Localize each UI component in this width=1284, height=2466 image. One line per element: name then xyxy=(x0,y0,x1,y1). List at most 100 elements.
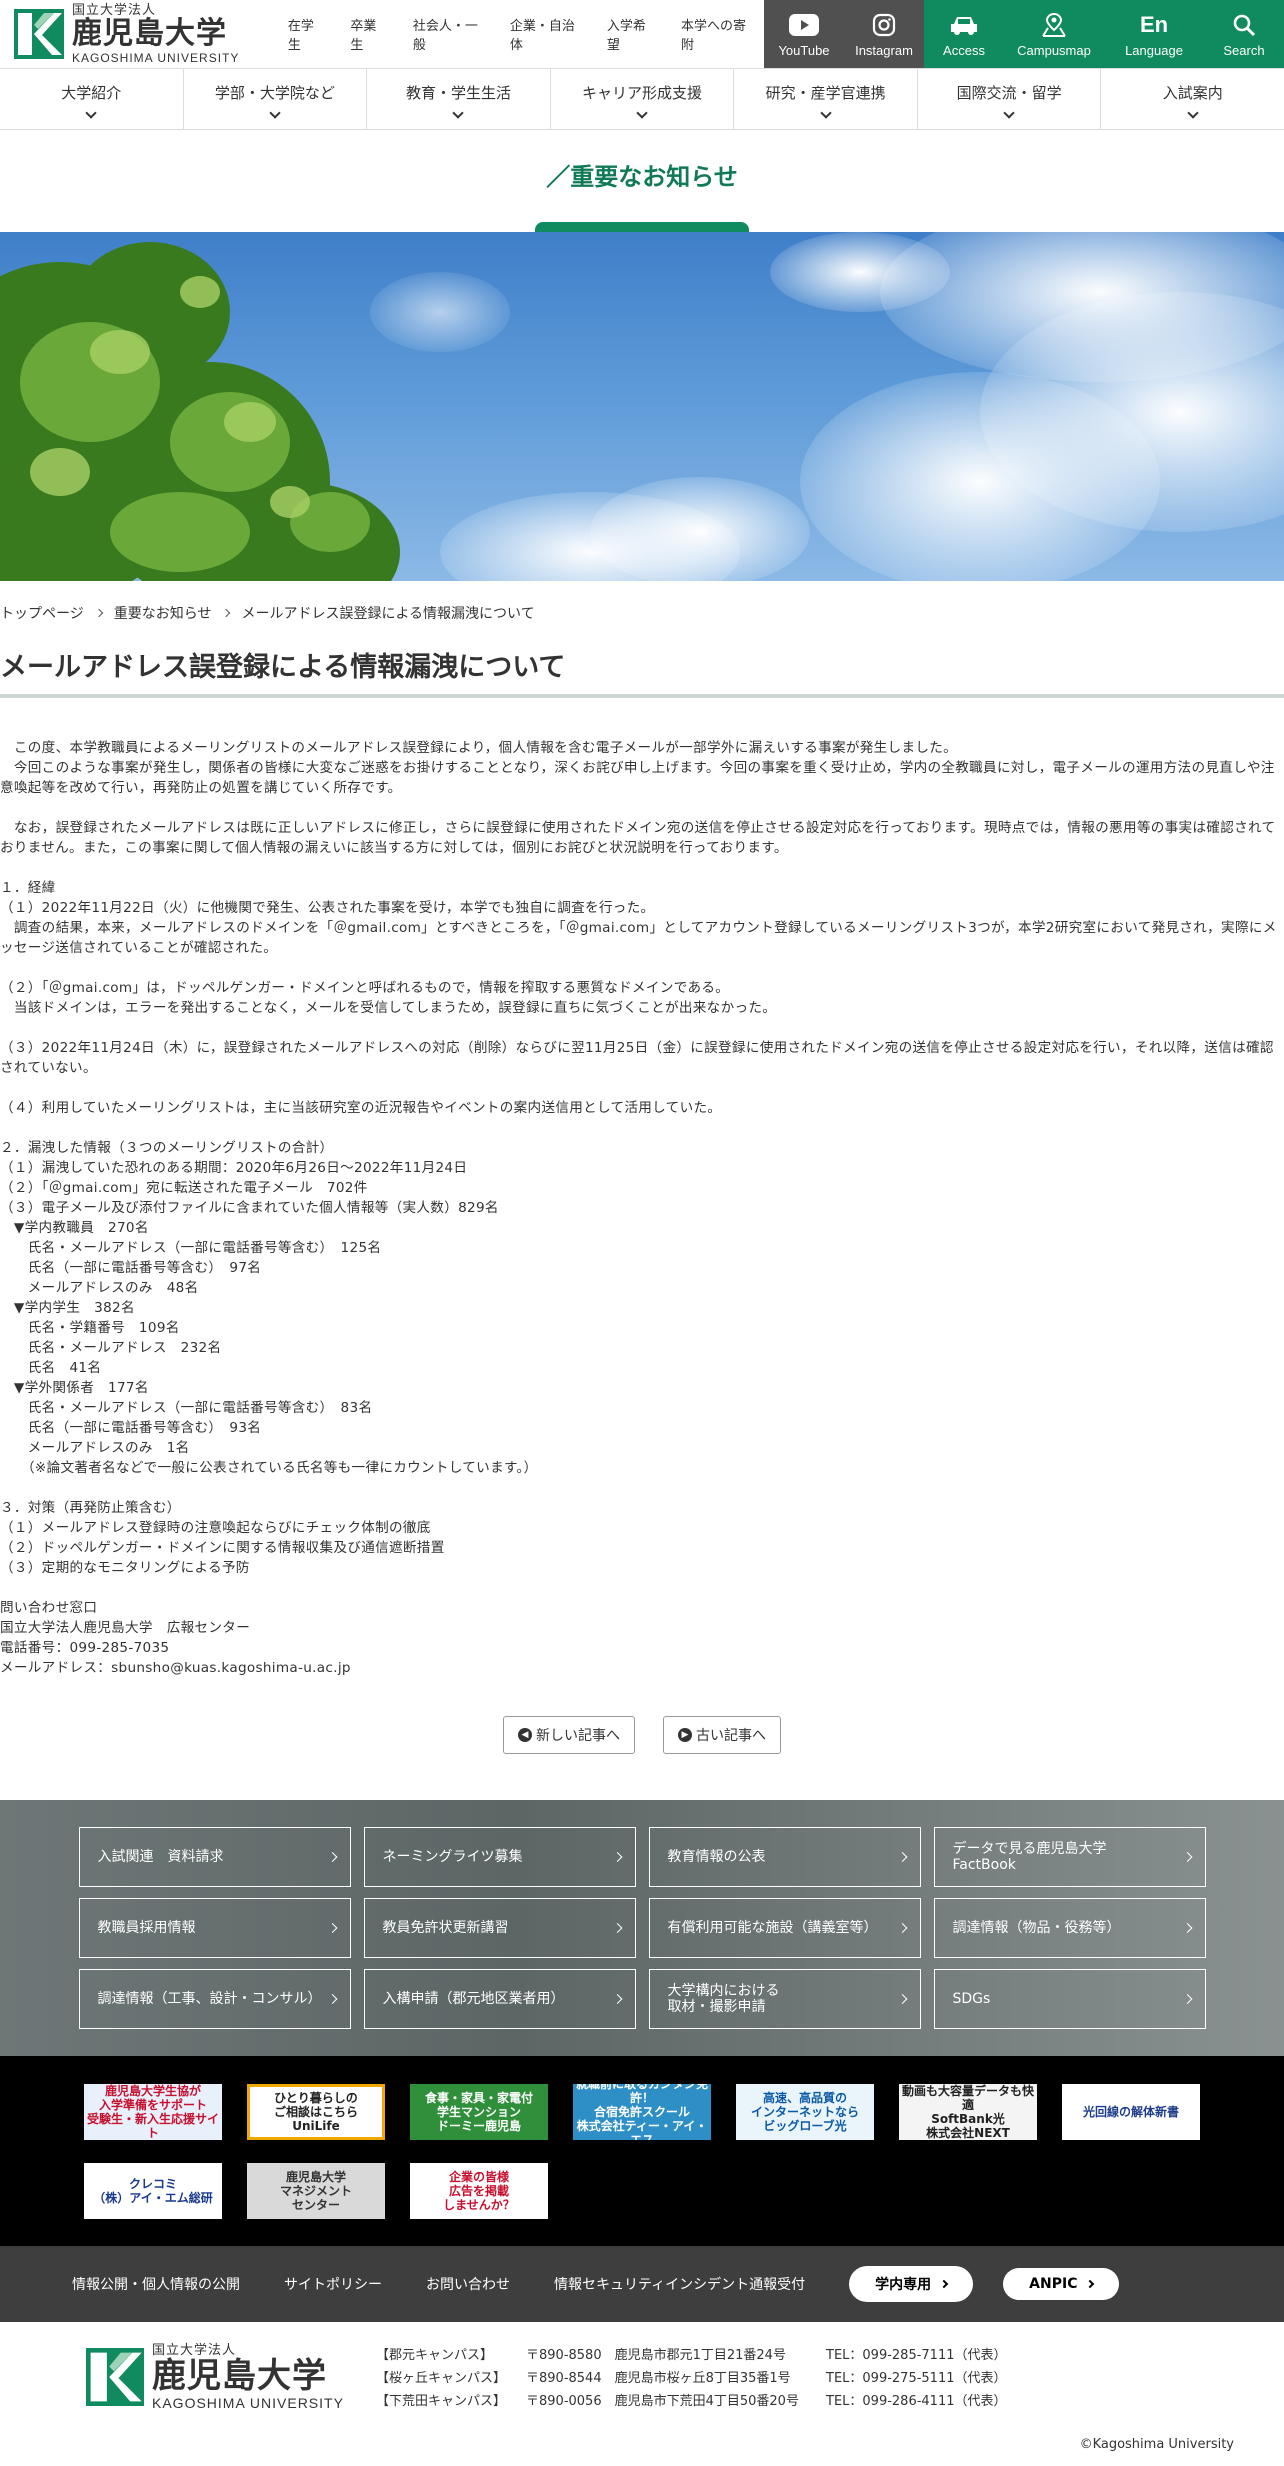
gnav-item-career[interactable]: キャリア形成支援 xyxy=(551,69,735,129)
gnav-item-about[interactable]: 大学紹介 xyxy=(0,69,184,129)
gnav-item-admission[interactable]: 入試案内 xyxy=(1101,69,1284,129)
gnav-item-faculties[interactable]: 学部・大学院など xyxy=(184,69,368,129)
campus-list: 【郡元キャンパス】 〒890-8580 鹿児島市郡元1丁目21番24号 TEL：… xyxy=(376,2344,1007,2466)
campus-name: 【郡元キャンパス】 xyxy=(376,2348,494,2363)
quick-link[interactable]: ネーミングライツ募集 xyxy=(363,1827,636,1887)
sponsor-banner[interactable]: 企業の皆様 広告を掲載 しませんか？ xyxy=(410,2163,548,2219)
footer-link-contact[interactable]: お問い合わせ xyxy=(426,2274,510,2294)
gnav-item-international[interactable]: 国際交流・留学 xyxy=(918,69,1102,129)
quick-link[interactable]: 有償利用可能な施設（講義室等） xyxy=(648,1898,921,1958)
map-icon xyxy=(1040,11,1068,39)
footer-link-disclosure[interactable]: 情報公開・個人情報の公開 xyxy=(72,2274,240,2294)
article-line: 氏名・メールアドレス（一部に電話番号等含む） 125名 xyxy=(0,1240,382,1256)
university-logo-mark xyxy=(14,9,64,59)
older-article-label: 古い記事へ xyxy=(696,1728,766,1744)
article-line: メールアドレス：sbunsho@kuas.kagoshima-u.ac.jp xyxy=(0,1660,351,1676)
sponsor-banner[interactable]: クレコミ （株）アイ・エム総研 xyxy=(84,2163,222,2219)
chevron-down-icon xyxy=(636,106,648,119)
sponsor-banner[interactable]: 動画も大容量データも快適 SoftBank光 株式会社NEXT xyxy=(899,2084,1037,2140)
gnav-label: 学部・大学院など xyxy=(214,83,335,102)
campusmap-button[interactable]: Campusmap xyxy=(1004,0,1104,68)
campus-row: 【下荒田キャンパス】 〒890-0056 鹿児島市下荒田4丁目50番20号 TE… xyxy=(376,2390,1007,2413)
newer-article-button[interactable]: ◀ 新しい記事へ xyxy=(503,1716,635,1754)
sponsor-banners: 鹿児島大学生協が 入学準備をサポート 受験生・新入生応援サイト ひとり暮らしの ご… xyxy=(84,2084,1234,2219)
quick-link[interactable]: 教職員採用情報 xyxy=(78,1898,351,1958)
sponsor-banner[interactable]: 鹿児島大学生協が 入学準備をサポート 受験生・新入生応援サイト xyxy=(84,2084,222,2140)
article-line: （※論文著者名などで一般に公表されている氏名等も一律にカウントしています。） xyxy=(0,1460,538,1476)
gnav-item-education[interactable]: 教育・学生生活 xyxy=(367,69,551,129)
quick-link[interactable]: 教育情報の公表 xyxy=(648,1827,921,1887)
article-pager: ◀ 新しい記事へ ▶ 古い記事へ xyxy=(0,1716,1284,1754)
quick-link[interactable]: 調達情報（工事、設計・コンサル） xyxy=(78,1969,351,2029)
article-line: 氏名（一部に電話番号等含む） 93名 xyxy=(0,1420,262,1436)
access-button[interactable]: Access xyxy=(924,0,1004,68)
footer-logo[interactable]: 国立大学法人 鹿児島大学 KAGOSHIMA UNIVERSITY xyxy=(86,2342,376,2412)
language-label: Language xyxy=(1125,42,1183,58)
gnav-item-research[interactable]: 研究・産学官連携 xyxy=(734,69,918,129)
sponsor-banner[interactable]: 光回線の解体新書 xyxy=(1062,2084,1200,2140)
car-icon xyxy=(949,11,979,39)
gnav-label: 入試案内 xyxy=(1162,83,1223,102)
quick-link[interactable]: 調達情報（物品・役務等） xyxy=(933,1898,1206,1958)
audience-link[interactable]: 入学希望 xyxy=(593,15,667,53)
campus-tel: TEL：099-275-5111（代表） xyxy=(826,2371,1007,2386)
intranet-button[interactable]: 学内専用 xyxy=(849,2266,974,2302)
quick-link[interactable]: 入試関連 資料請求 xyxy=(78,1827,351,1887)
chevron-right-icon xyxy=(939,2279,949,2289)
article-line: なお，誤登録されたメールアドレスは既に正しいアドレスに修正し，さらに誤登録に使用… xyxy=(0,820,1276,856)
quick-link[interactable]: SDGs xyxy=(933,1969,1206,2029)
campus-tel: TEL：099-286-4111（代表） xyxy=(826,2394,1007,2409)
sponsor-banner[interactable]: 高速、高品質の インターネットなら ビッグローブ光 xyxy=(736,2084,874,2140)
youtube-button[interactable]: YouTube xyxy=(764,0,844,68)
language-icon: En xyxy=(1139,11,1169,37)
campus-row: 【郡元キャンパス】 〒890-8580 鹿児島市郡元1丁目21番24号 TEL：… xyxy=(376,2344,1007,2367)
audience-link[interactable]: 本学への寄附 xyxy=(667,15,764,53)
anpic-label: ANPIC xyxy=(1029,2276,1078,2292)
breadcrumb-home[interactable]: トップページ xyxy=(0,603,84,623)
article-line: 当該ドメインは，エラーを発出することなく，メールを受信してしまうため，誤登録に直… xyxy=(0,1000,777,1016)
campus-address: 〒890-0056 鹿児島市下荒田4丁目50番20号 xyxy=(526,2394,799,2409)
footer-link-security-report[interactable]: 情報セキュリティインシデント通報受付 xyxy=(554,2274,805,2294)
chevron-down-icon xyxy=(819,106,832,119)
older-article-button[interactable]: ▶ 古い記事へ xyxy=(663,1716,781,1754)
gnav-label: キャリア形成支援 xyxy=(582,83,703,102)
article-line: ３．対策（再発防止策含む） xyxy=(0,1500,181,1516)
sponsor-banner[interactable]: 食事・家具・家電付 学生マンション ドーミー鹿児島 xyxy=(410,2084,548,2140)
sponsor-banners-section: 鹿児島大学生協が 入学準備をサポート 受験生・新入生応援サイト ひとり暮らしの ご… xyxy=(0,2056,1284,2246)
access-label: Access xyxy=(943,42,985,58)
instagram-icon xyxy=(872,11,896,39)
instagram-button[interactable]: Instagram xyxy=(844,0,924,68)
sponsor-banner[interactable]: 鹿児島大学 マネジメント センター xyxy=(247,2163,385,2219)
page-title-text: 重要なお知らせ xyxy=(570,163,738,191)
campus-name: 【桜ヶ丘キャンパス】 xyxy=(376,2371,507,2386)
sponsor-banner[interactable]: ひとり暮らしの ご相談はこちら UniLife xyxy=(247,2084,385,2140)
search-button[interactable]: Search xyxy=(1204,0,1284,68)
sponsor-banner[interactable]: 就職前に取るカンタン免許！ 合宿免許スクール 株式会社ティー・アイ・エス xyxy=(573,2084,711,2140)
article-line: １．経緯 xyxy=(0,880,56,896)
campus-row: 【桜ヶ丘キャンパス】 〒890-8544 鹿児島市桜ヶ丘8丁目35番1号 TEL… xyxy=(376,2367,1007,2390)
article-line xyxy=(0,958,1284,978)
quick-link[interactable]: 大学構内における 取材・撮影申請 xyxy=(648,1969,921,2029)
sky-and-tree-illustration xyxy=(0,232,1284,581)
audience-link[interactable]: 在学生 xyxy=(274,15,337,53)
article-line: 国立大学法人鹿児島大学 広報センター xyxy=(0,1620,251,1636)
article-line: 氏名・学籍番号 109名 xyxy=(0,1320,180,1336)
site-logo[interactable]: 国立大学法人 鹿児島大学 KAGOSHIMA UNIVERSITY xyxy=(0,0,250,68)
audience-link[interactable]: 社会人・一般 xyxy=(399,15,496,53)
footer-link-sitepolicy[interactable]: サイトポリシー xyxy=(284,2274,382,2294)
audience-link[interactable]: 卒業生 xyxy=(336,15,399,53)
article-line: （２）「＠gmai.com」は，ドッペルゲンガー・ドメインと呼ばれるもので，情報… xyxy=(0,980,730,996)
quick-link[interactable]: データで見る鹿児島大学 FactBook xyxy=(933,1827,1206,1887)
page-title-tab xyxy=(535,222,749,232)
language-button[interactable]: En Language xyxy=(1104,0,1204,68)
anpic-button[interactable]: ANPIC xyxy=(1003,2268,1120,2300)
logo-name: 鹿児島大学 xyxy=(72,16,227,51)
breadcrumb-category[interactable]: 重要なお知らせ xyxy=(114,603,212,623)
article-line xyxy=(0,798,1284,818)
article-line: （３）電子メール及び添付ファイルに含まれていた個人情報等（実人数）829名 xyxy=(0,1200,499,1216)
article-line: メールアドレスのみ 48名 xyxy=(0,1280,199,1296)
quick-link[interactable]: 教員免許状更新講習 xyxy=(363,1898,636,1958)
audience-link[interactable]: 企業・自治体 xyxy=(496,15,593,53)
logo-english: KAGOSHIMA UNIVERSITY xyxy=(72,51,240,65)
quick-link[interactable]: 入構申請（郡元地区業者用） xyxy=(363,1969,636,2029)
